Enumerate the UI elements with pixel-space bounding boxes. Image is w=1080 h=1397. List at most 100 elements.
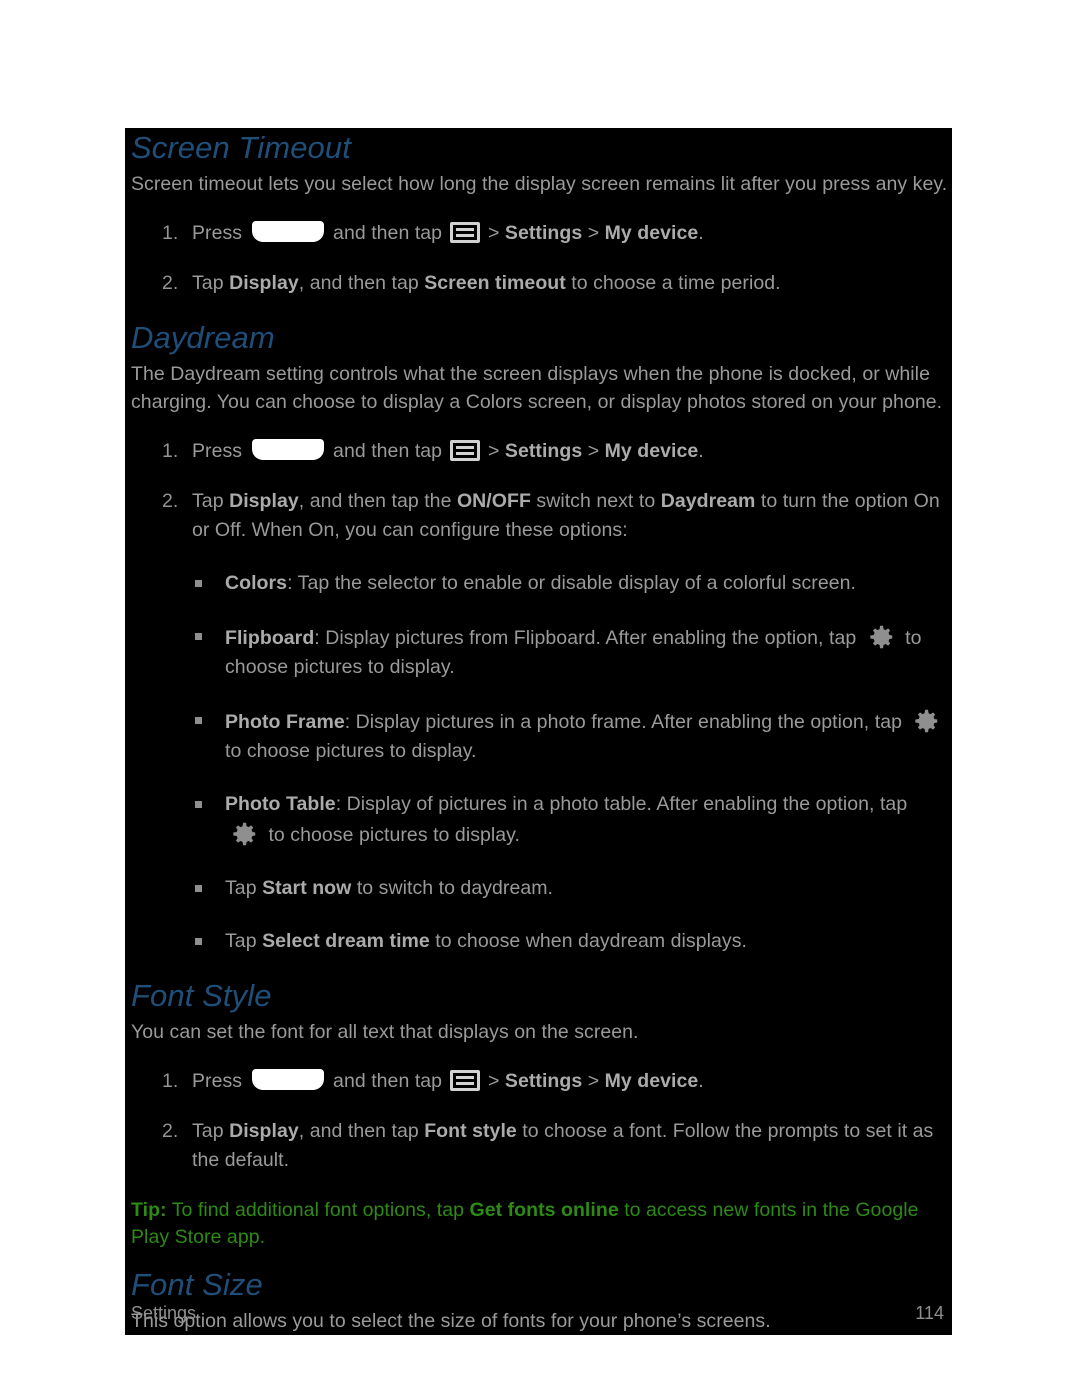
step-bold-settings: Settings [504, 1070, 583, 1092]
step-text-a: Tap [192, 272, 230, 294]
footer-page-number: 114 [915, 1303, 944, 1323]
heading-daydream: Daydream [131, 320, 275, 355]
tip-bold-get-fonts-online: Get fonts online [469, 1199, 619, 1221]
step-bold-daydream: Daydream [660, 490, 756, 512]
bullet-text: to switch to daydream. [351, 877, 554, 899]
step-separator-2: > [582, 222, 605, 244]
square-bullet-icon [195, 938, 202, 945]
bullet-text-after: to choose pictures to display. [225, 740, 477, 762]
gear-icon [866, 622, 896, 652]
step-item: 1. Press and then tap > Settings > My dev… [129, 437, 948, 466]
gear-icon [229, 819, 259, 849]
content-panel: Screen Timeout Screen timeout lets you s… [125, 128, 952, 1335]
bullet-label: Photo Table [225, 793, 336, 815]
step-item: 2. Tap Display, and then tap Font style t… [129, 1117, 948, 1175]
step-item: 1. Press and then tap > Settings > My dev… [129, 1067, 948, 1096]
step-text-mid: and then tap [327, 1070, 448, 1092]
bullet-item-select-dream-time: Tap Select dream time to choose when day… [129, 927, 948, 956]
home-key-icon [251, 1069, 324, 1090]
bullet-item-start-now: Tap Start now to switch to daydream. [129, 874, 948, 903]
step-text-mid: and then tap [327, 222, 448, 244]
bullet-text: : Display pictures in a photo frame. Aft… [344, 711, 908, 733]
step-text-c: switch next to [530, 490, 661, 512]
page-footer: Settings 114 [125, 1302, 952, 1324]
content-inner: Screen Timeout Screen timeout lets you s… [125, 130, 952, 1335]
square-bullet-icon [195, 801, 202, 808]
step-text-b: , and then tap [298, 272, 425, 294]
bullet-item-colors: Colors: Tap the selector to enable or di… [129, 569, 948, 598]
step-separator: > [482, 222, 505, 244]
document-page: Screen Timeout Screen timeout lets you s… [0, 0, 1080, 1397]
bullet-text-after: to choose pictures to display. [263, 824, 520, 846]
bullet-label: Start now [262, 877, 352, 899]
step-bold-settings: Settings [504, 222, 583, 244]
bullet-text: : Tap the selector to enable or disable … [287, 572, 856, 594]
menu-icon-line [455, 446, 474, 449]
bullet-item-flipboard: Flipboard: Display pictures from Flipboa… [129, 622, 948, 682]
steps-font-style: 1. Press and then tap > Settings > My dev… [129, 1067, 948, 1175]
step-separator-2: > [582, 440, 605, 462]
step-text-c: to choose a time period. [565, 272, 781, 294]
step-bold-display: Display [229, 490, 299, 512]
heading-screen-timeout: Screen Timeout [131, 130, 351, 165]
gear-icon [911, 706, 941, 736]
step-number: 1. [162, 1070, 179, 1092]
intro-screen-timeout: Screen timeout lets you select how long … [131, 173, 948, 195]
step-number: 1. [162, 222, 179, 244]
step-number: 2. [162, 1120, 179, 1142]
menu-icon-line [455, 452, 474, 455]
step-text-pre: Press [192, 1070, 248, 1092]
step-period: . [698, 440, 704, 462]
intro-font-style: You can set the font for all text that d… [131, 1021, 639, 1043]
bullets-daydream: Colors: Tap the selector to enable or di… [129, 569, 948, 956]
bullet-item-photo-table: Photo Table: Display of pictures in a ph… [129, 790, 948, 850]
step-bold-font-style: Font style [424, 1120, 517, 1142]
step-bold-screen-timeout: Screen timeout [424, 272, 566, 294]
step-period: . [698, 222, 704, 244]
bullet-item-photo-frame: Photo Frame: Display pictures in a photo… [129, 706, 948, 766]
step-bold-display: Display [229, 1120, 299, 1142]
step-separator: > [482, 1070, 505, 1092]
steps-screen-timeout: 1. Press and then tap > Settings > My dev… [129, 219, 948, 298]
home-key-icon [251, 221, 324, 242]
menu-icon-line [455, 234, 474, 237]
step-item: 1. Press and then tap > Settings > My dev… [129, 219, 948, 248]
step-separator: > [482, 440, 505, 462]
menu-icon [449, 440, 480, 461]
footer-chapter: Settings [131, 1303, 197, 1323]
menu-icon-line [455, 1082, 474, 1085]
bullet-label: Photo Frame [225, 711, 345, 733]
step-text-a: Tap [192, 1120, 230, 1142]
step-text-b: , and then tap [298, 1120, 425, 1142]
step-item: 2. Tap Display, and then tap the ON/OFF s… [129, 487, 948, 545]
step-bold-mydevice: My device [604, 222, 699, 244]
bullet-pre: Tap [225, 930, 263, 952]
step-separator-2: > [582, 1070, 605, 1092]
heading-font-size: Font Size [131, 1267, 263, 1302]
tip-part-1: To find additional font options, tap [166, 1199, 470, 1221]
bullet-text: to choose when daydream displays. [429, 930, 747, 952]
step-text-pre: Press [192, 222, 248, 244]
square-bullet-icon [195, 717, 202, 724]
square-bullet-icon [195, 580, 202, 587]
step-text-a: Tap [192, 490, 230, 512]
square-bullet-icon [195, 633, 202, 640]
steps-daydream: 1. Press and then tap > Settings > My dev… [129, 437, 948, 545]
bullet-pre: Tap [225, 877, 263, 899]
bullet-text: : Display of pictures in a photo table. … [335, 793, 908, 815]
step-text-b: , and then tap the [298, 490, 457, 512]
bullet-label: Select dream time [262, 930, 430, 952]
step-text-mid: and then tap [327, 440, 448, 462]
step-number: 2. [162, 272, 179, 294]
menu-icon [449, 222, 480, 243]
step-bold-onoff: ON/OFF [456, 490, 531, 512]
step-bold-mydevice: My device [604, 1070, 699, 1092]
home-key-icon [251, 439, 324, 460]
tip-block: Tip: To find additional font options, ta… [129, 1191, 948, 1251]
step-number: 2. [162, 490, 179, 512]
square-bullet-icon [195, 885, 202, 892]
